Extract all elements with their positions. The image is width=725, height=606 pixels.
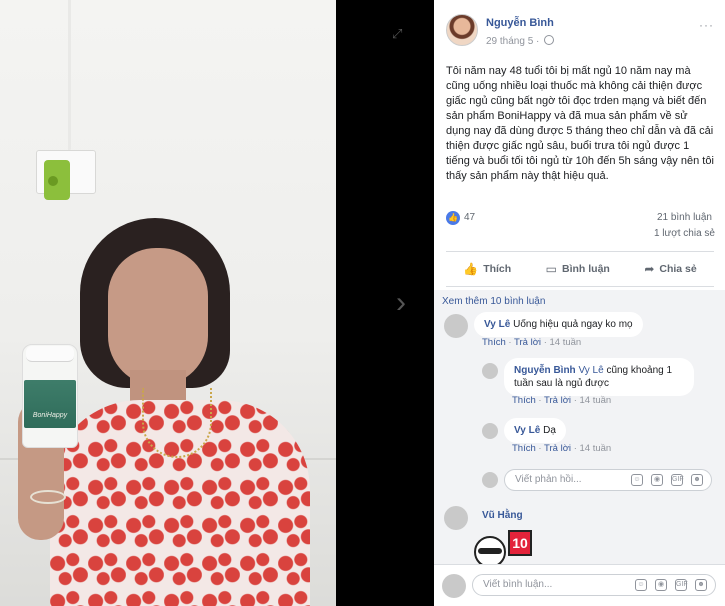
comment-reply-link[interactable]: Trả lời [544,395,571,406]
commenter-avatar[interactable] [482,363,498,379]
share-count[interactable]: 1 lượt chia sẻ [654,228,715,239]
bottle-label-text: BoniHappy [32,412,68,419]
camera-icon[interactable]: ◉ [651,474,663,486]
sticker-icon[interactable]: ☻ [691,474,703,486]
post-panel: Nguyễn Bình 29 tháng 5 · ··· Tôi năm nay… [434,0,725,606]
like-reaction-icon[interactable]: 👍 [446,211,460,225]
post-header: Nguyễn Bình 29 tháng 5 · ··· [446,14,716,50]
comment-button[interactable]: ▭ Bình luận [546,257,610,281]
comment-time[interactable]: 14 tuần [550,337,582,348]
reactions-bar: 👍 47 21 bình luận [446,210,712,226]
comment-composer: Viết bình luận... ☺ ◉ GIF ☻ [434,564,725,606]
like-button[interactable]: 👍 Thích [463,257,511,281]
commenter-avatar[interactable] [482,423,498,439]
comment-icon: ▭ [545,262,557,276]
like-count[interactable]: 47 [464,212,475,223]
post-actions: 👍 Thích ▭ Bình luận ➦ Chia sẻ [446,257,714,281]
gif-icon[interactable]: GIF [671,474,684,486]
person-face [108,248,208,386]
comment-bubble: Vy Lê Dạ [504,418,566,443]
reply-input[interactable]: Viết phản hồi... ☺ ◉ GIF ☻ [504,469,712,491]
comment-like-link[interactable]: Thích [482,337,506,348]
emoji-icon[interactable]: ☺ [635,579,647,591]
divider [446,251,714,252]
globe-icon [544,35,555,45]
comment-bubble: Vy Lê Uống hiệu quả ngay ko mọ [474,312,643,337]
thumbs-up-icon: 👍 [463,262,479,276]
bracelet [30,490,66,504]
divider [446,286,714,287]
sticker-number: 10 [508,530,532,556]
my-avatar [482,472,498,488]
commenter-avatar[interactable] [444,506,468,530]
comment-actions: Thích · Trả lời · 14 tuần [482,337,582,348]
necklace [142,388,212,458]
comments-section: Xem thêm 10 bình luận Vy Lê Uống hiệu qu… [434,290,725,580]
comment-time[interactable]: 14 tuần [580,395,612,406]
camera-icon[interactable]: ◉ [655,579,667,591]
comment-reply-link[interactable]: Trả lời [514,337,541,348]
comment-author[interactable]: Vũ Hằng [482,510,523,521]
emoji-icon[interactable]: ☺ [631,474,643,486]
comment-actions: Thích · Trả lời · 14 tuần [512,443,612,454]
expand-icon[interactable]: ⤢ [392,26,408,42]
commenter-avatar[interactable] [444,314,468,338]
sticker-icon[interactable]: ☻ [695,579,707,591]
gif-icon[interactable]: GIF [675,579,688,591]
next-photo-icon[interactable]: › [396,288,414,318]
comment-reply-link[interactable]: Trả lời [544,443,571,454]
comment-bubble: Nguyễn Bình Vy Lê cũng khoảng 1 tuần sau… [504,358,694,396]
comment-time[interactable]: 14 tuần [580,443,612,454]
comment-like-link[interactable]: Thích [512,443,536,454]
post-photo[interactable]: BoniHappy [0,0,336,606]
post-date[interactable]: 29 tháng 5 · [486,35,555,47]
author-name[interactable]: Nguyễn Bình [486,17,554,29]
more-options-icon[interactable]: ··· [699,18,714,32]
comment-count[interactable]: 21 bình luận [657,212,712,223]
share-icon: ➦ [644,262,655,276]
my-avatar [442,574,466,598]
post-text: Tôi năm nay 48 tuổi tôi bị mất ngủ 10 nă… [446,65,714,182]
photo-viewer: BoniHappy › ⤢ [0,0,434,606]
comment-like-link[interactable]: Thích [512,395,536,406]
comment-input[interactable]: Viết bình luận... ☺ ◉ GIF ☻ [472,574,716,596]
view-more-comments-link[interactable]: Xem thêm 10 bình luận [442,296,545,307]
bottle-label [24,380,76,428]
comment-actions: Thích · Trả lời · 14 tuần [512,395,612,406]
author-avatar[interactable] [446,14,478,46]
power-cable [68,0,82,150]
share-button[interactable]: ➦ Chia sẻ [644,257,696,281]
